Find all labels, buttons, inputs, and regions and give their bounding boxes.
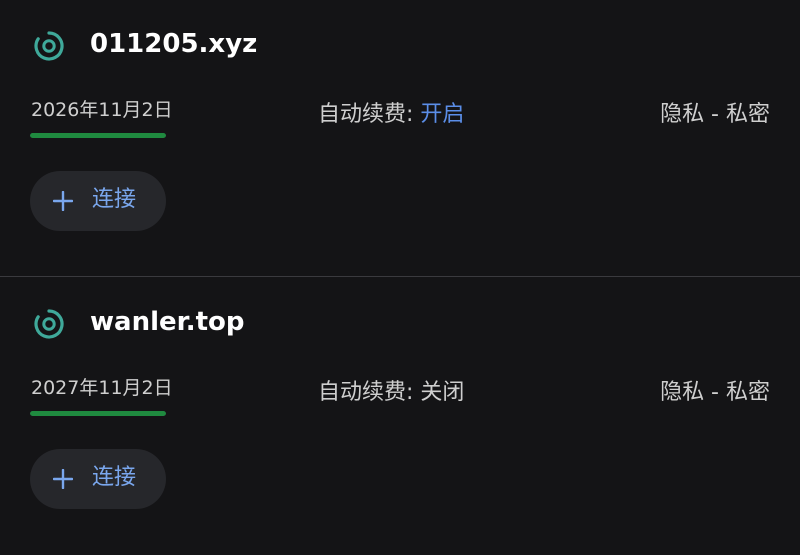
autorenew-status: 自动续费: 开启: [318, 100, 464, 130]
privacy-status: 隐私 - 私密: [660, 102, 770, 127]
domain-card[interactable]: wanler.top 2027年11月2日 自动续费: 关闭 隐私 - 私密 连…: [0, 278, 800, 555]
domain-card[interactable]: 011205.xyz 2026年11月2日 自动续费: 开启 隐私 - 私密 连…: [0, 0, 800, 277]
connect-button[interactable]: 连接: [30, 449, 166, 509]
expiry-date: 2027年11月2日: [31, 377, 173, 399]
autorenew-label: 自动续费:: [318, 380, 421, 405]
autorenew-label: 自动续费:: [318, 102, 421, 127]
card-divider: [0, 276, 800, 277]
plus-icon: [53, 191, 73, 211]
domain-name[interactable]: wanler.top: [90, 304, 245, 340]
connect-button[interactable]: 连接: [30, 171, 166, 231]
autorenew-status: 自动续费: 关闭: [318, 378, 464, 408]
expiry-progress-bar: [30, 411, 166, 416]
domain-target-icon: [34, 309, 64, 339]
domain-name[interactable]: 011205.xyz: [90, 26, 257, 62]
expiry-progress-bar: [30, 133, 166, 138]
autorenew-value[interactable]: 开启: [420, 102, 464, 127]
autorenew-value[interactable]: 关闭: [420, 380, 464, 405]
privacy-status: 隐私 - 私密: [660, 380, 770, 405]
connect-button-label: 连接: [92, 187, 137, 212]
domain-target-icon: [34, 31, 64, 61]
expiry-progress-fill: [30, 411, 166, 416]
connect-button-label: 连接: [92, 465, 137, 490]
expiry-date: 2026年11月2日: [31, 99, 173, 121]
plus-icon: [53, 469, 73, 489]
expiry-progress-fill: [30, 133, 166, 138]
